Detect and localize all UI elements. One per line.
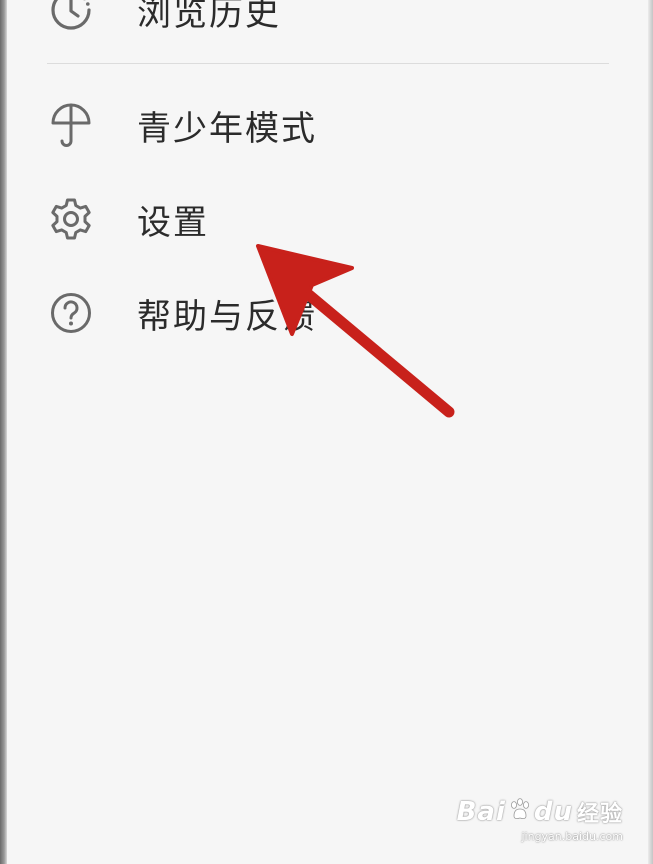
menu-item-teen-mode[interactable]: 青少年模式 bbox=[47, 90, 607, 160]
right-screen-edge bbox=[648, 0, 653, 864]
menu-item-help-feedback[interactable]: 帮助与反馈 bbox=[47, 278, 607, 348]
menu-item-label: 青少年模式 bbox=[137, 108, 317, 149]
side-drawer-menu: 浏览历史 青少年模式 设置 帮助与反馈 bbox=[7, 0, 648, 864]
baidu-jingyan-watermark: Bai du 经验 jingyan.baidu.com bbox=[457, 796, 623, 843]
screenshot-frame: 浏览历史 青少年模式 设置 帮助与反馈 Bai du 经验 jingyan.ba… bbox=[0, 0, 653, 864]
watermark-brand: Bai du 经验 bbox=[457, 796, 623, 828]
menu-item-label: 设置 bbox=[137, 202, 209, 243]
menu-divider bbox=[47, 63, 609, 64]
history-icon bbox=[47, 0, 95, 34]
menu-item-history[interactable]: 浏览历史 bbox=[47, 0, 607, 45]
watermark-brand-left: Bai bbox=[456, 797, 506, 827]
menu-item-settings[interactable]: 设置 bbox=[47, 184, 607, 254]
menu-item-label: 浏览历史 bbox=[137, 0, 281, 34]
menu-item-label: 帮助与反馈 bbox=[137, 296, 317, 337]
watermark-brand-right: du bbox=[533, 797, 573, 827]
paw-logo-icon bbox=[508, 797, 532, 828]
help-icon bbox=[47, 289, 95, 337]
gear-icon bbox=[47, 195, 95, 243]
umbrella-icon bbox=[47, 101, 95, 149]
watermark-url: jingyan.baidu.com bbox=[521, 830, 623, 843]
watermark-brand-cn: 经验 bbox=[576, 802, 623, 827]
left-screen-edge bbox=[0, 0, 7, 864]
